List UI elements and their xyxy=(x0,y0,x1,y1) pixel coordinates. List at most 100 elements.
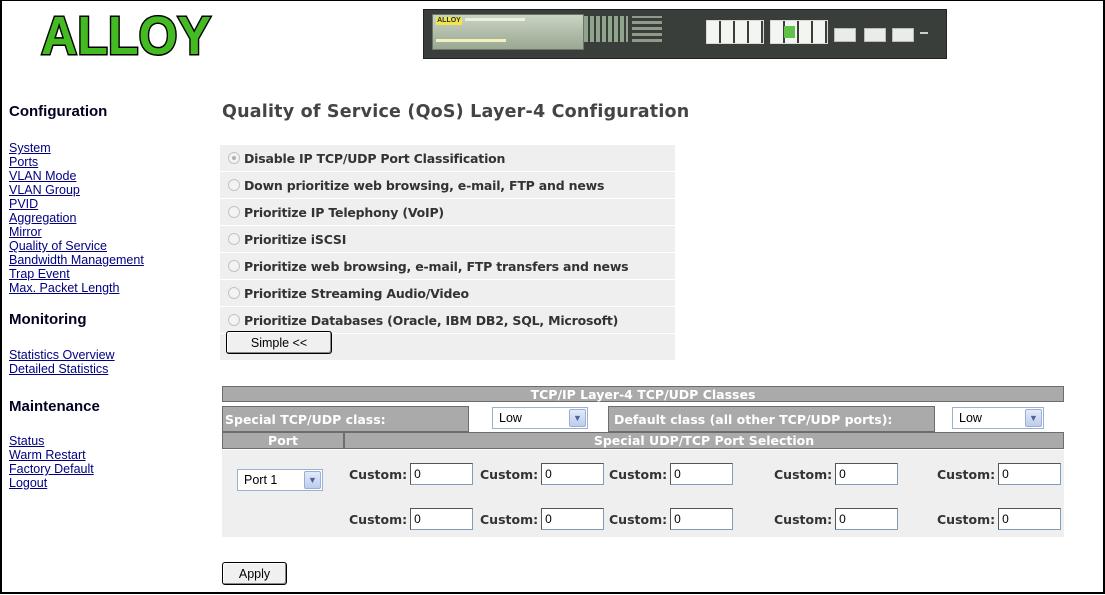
custom-port-field: Custom: xyxy=(480,462,605,486)
device-brand-label: ALLOY xyxy=(436,17,462,25)
default-class-select[interactable]: Low ▼ xyxy=(952,407,1044,429)
custom-port-input[interactable] xyxy=(835,508,899,530)
apply-button[interactable]: Apply xyxy=(222,562,287,585)
radio-iscsi[interactable] xyxy=(228,233,240,245)
qos-option-voip[interactable]: Prioritize IP Telephony (VoIP) xyxy=(220,199,675,226)
radio-databases[interactable] xyxy=(228,314,240,326)
qos-option-label: Prioritize Databases (Oracle, IBM DB2, S… xyxy=(244,312,619,328)
chevron-down-icon[interactable]: ▼ xyxy=(304,471,321,489)
device-sfp-port xyxy=(892,28,914,42)
nav-heading-monitoring: Monitoring xyxy=(9,311,87,328)
nav-link-max-packet-length[interactable]: Max. Packet Length xyxy=(9,281,119,295)
custom-label: Custom: xyxy=(349,466,408,482)
custom-port-input[interactable] xyxy=(835,463,899,485)
qos-option-down-prioritize-web[interactable]: Down prioritize web browsing, e-mail, FT… xyxy=(220,172,675,199)
custom-label: Custom: xyxy=(480,511,539,527)
simple-button[interactable]: Simple << xyxy=(226,331,332,354)
qos-option-streaming[interactable]: Prioritize Streaming Audio/Video xyxy=(220,280,675,307)
special-class-select[interactable]: Low ▼ xyxy=(492,407,588,429)
qos-option-iscsi[interactable]: Prioritize iSCSI xyxy=(220,226,675,253)
classes-table-title: TCP/IP Layer-4 TCP/UDP Classes xyxy=(222,386,1064,402)
nav-link-pvid[interactable]: PVID xyxy=(9,197,38,211)
nav-list-configuration: System Ports VLAN Mode VLAN Group PVID A… xyxy=(9,141,144,295)
nav-link-statistics-overview[interactable]: Statistics Overview xyxy=(9,348,115,362)
nav-link-vlan-mode[interactable]: VLAN Mode xyxy=(9,169,76,183)
nav-link-trap-event[interactable]: Trap Event xyxy=(9,267,70,281)
device-sfp-port xyxy=(834,28,856,42)
custom-port-field: Custom: xyxy=(349,507,474,531)
nav-link-logout[interactable]: Logout xyxy=(9,476,47,490)
alloy-logo: ALLOY xyxy=(40,10,213,58)
device-front-label: ALLOY xyxy=(432,14,584,50)
switch-device-image: ALLOY xyxy=(423,9,947,59)
nav-link-bandwidth-management[interactable]: Bandwidth Management xyxy=(9,253,144,267)
custom-port-field: Custom: xyxy=(609,462,734,486)
radio-streaming[interactable] xyxy=(228,287,240,299)
qos-option-label: Down prioritize web browsing, e-mail, FT… xyxy=(244,177,605,193)
nav-heading-configuration: Configuration xyxy=(9,103,108,120)
qos-option-label: Prioritize web browsing, e-mail, FTP tra… xyxy=(244,258,629,274)
radio-voip[interactable] xyxy=(228,206,240,218)
qos-option-label: Prioritize IP Telephony (VoIP) xyxy=(244,204,444,220)
qos-option-disable[interactable]: Disable IP TCP/UDP Port Classification xyxy=(220,145,675,172)
custom-port-field: Custom: xyxy=(609,507,734,531)
qos-option-label: Disable IP TCP/UDP Port Classification xyxy=(244,150,506,166)
nav-link-warm-restart[interactable]: Warm Restart xyxy=(9,448,86,462)
qos-option-databases[interactable]: Prioritize Databases (Oracle, IBM DB2, S… xyxy=(220,307,675,334)
radio-prioritize-web[interactable] xyxy=(228,260,240,272)
logo-text: ALLOY xyxy=(41,10,211,58)
nav-link-ports[interactable]: Ports xyxy=(9,155,38,169)
custom-port-input[interactable] xyxy=(998,508,1062,530)
custom-port-input[interactable] xyxy=(998,463,1062,485)
nav-link-system[interactable]: System xyxy=(9,141,51,155)
custom-port-input[interactable] xyxy=(410,463,474,485)
device-port-group-2 xyxy=(770,20,828,44)
custom-label: Custom: xyxy=(774,511,833,527)
custom-label: Custom: xyxy=(480,466,539,482)
nav-heading-maintenance: Maintenance xyxy=(9,398,100,415)
chevron-down-icon[interactable]: ▼ xyxy=(569,409,586,427)
port-select[interactable]: Port 1 ▼ xyxy=(237,469,323,491)
radio-down-prioritize-web[interactable] xyxy=(228,179,240,191)
custom-label: Custom: xyxy=(774,466,833,482)
nav-link-status[interactable]: Status xyxy=(9,434,44,448)
nav-list-maintenance: Status Warm Restart Factory Default Logo… xyxy=(9,434,94,490)
page-title: Quality of Service (QoS) Layer-4 Configu… xyxy=(222,102,690,122)
nav-link-detailed-statistics[interactable]: Detailed Statistics xyxy=(9,362,108,376)
port-selection-header: Special UDP/TCP Port Selection xyxy=(344,432,1064,449)
nav-list-monitoring: Statistics Overview Detailed Statistics xyxy=(9,348,115,376)
custom-port-field: Custom: xyxy=(774,507,899,531)
custom-port-field: Custom: xyxy=(480,507,605,531)
custom-label: Custom: xyxy=(937,466,996,482)
custom-port-input[interactable] xyxy=(410,508,474,530)
custom-port-field: Custom: xyxy=(774,462,899,486)
qos-option-label: Prioritize iSCSI xyxy=(244,231,347,247)
special-class-value: Low xyxy=(499,411,522,425)
qos-options-panel: Disable IP TCP/UDP Port Classification D… xyxy=(220,145,675,360)
custom-port-input[interactable] xyxy=(541,463,605,485)
custom-label: Custom: xyxy=(609,466,668,482)
custom-label: Custom: xyxy=(349,511,408,527)
port-column-header: Port xyxy=(222,432,344,449)
radio-disable[interactable] xyxy=(228,152,240,164)
nav-link-quality-of-service[interactable]: Quality of Service xyxy=(9,239,107,253)
nav-link-factory-default[interactable]: Factory Default xyxy=(9,462,94,476)
custom-port-input[interactable] xyxy=(670,463,734,485)
custom-label: Custom: xyxy=(609,511,668,527)
custom-port-field: Custom: xyxy=(937,462,1062,486)
special-class-label: Special TCP/UDP class: xyxy=(222,406,469,432)
device-led-panel-2 xyxy=(632,16,662,42)
port-select-value: Port 1 xyxy=(244,473,278,487)
nav-link-aggregation[interactable]: Aggregation xyxy=(9,211,76,225)
qos-option-label: Prioritize Streaming Audio/Video xyxy=(244,285,469,301)
custom-port-input[interactable] xyxy=(541,508,605,530)
device-led-panel xyxy=(584,16,628,42)
qos-option-prioritize-web[interactable]: Prioritize web browsing, e-mail, FTP tra… xyxy=(220,253,675,280)
chevron-down-icon[interactable]: ▼ xyxy=(1025,409,1042,427)
nav-link-mirror[interactable]: Mirror xyxy=(9,225,42,239)
device-sfp-port xyxy=(864,28,886,42)
nav-link-vlan-group[interactable]: VLAN Group xyxy=(9,183,80,197)
custom-port-input[interactable] xyxy=(670,508,734,530)
port-cell xyxy=(222,450,344,537)
device-port-group-1 xyxy=(706,20,764,44)
